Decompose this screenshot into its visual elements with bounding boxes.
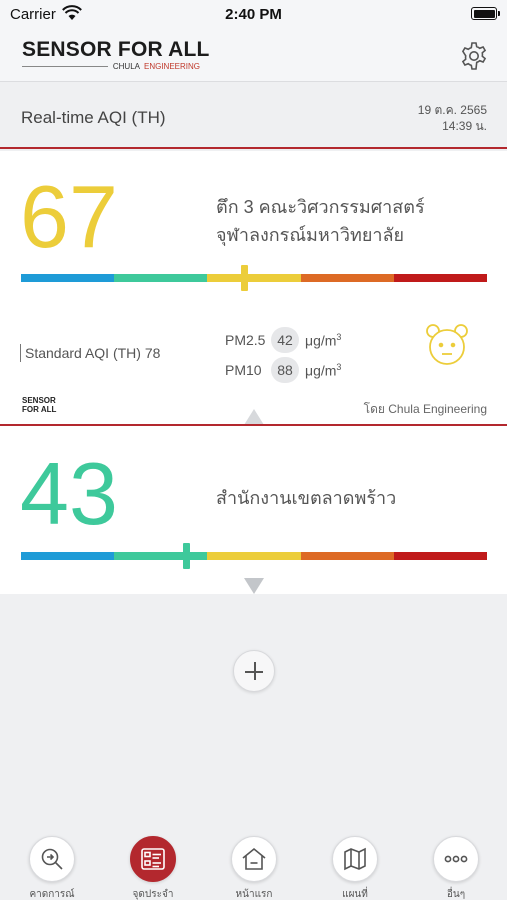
tab-home[interactable]: หน้าแรก — [214, 828, 294, 900]
tab-map-circle[interactable] — [332, 836, 378, 882]
logo-chula: CHULA — [112, 62, 140, 71]
scale-segment-blue — [21, 274, 115, 282]
pm10-label: PM10 — [225, 362, 262, 378]
bottom-tab-bar: คาดการณ์ จุดประจำ หน้าแรก แผนที่ อื่นๆ — [0, 828, 507, 900]
tab-label: อื่นๆ — [446, 889, 466, 900]
pm10-value: 88 — [271, 357, 299, 383]
scale-segment-orange — [300, 274, 394, 282]
station-card-collapsed[interactable]: 43 สำนักงานเขตลาดพร้าว — [0, 426, 507, 594]
tab-map[interactable]: แผนที่ — [315, 828, 395, 900]
scale-segment-yellow — [207, 274, 301, 282]
forecast-search-icon — [41, 848, 63, 870]
update-date: 19 ต.ค. 2565 — [417, 103, 487, 117]
provider-label: โดย Chula Engineering — [363, 402, 487, 416]
logo-engineering: ENGINEERING — [143, 62, 200, 71]
app-logo: SENSOR FOR ALL CHULA ENGINEERING — [22, 38, 210, 74]
list-icon — [141, 848, 165, 870]
tab-label: คาดการณ์ — [29, 889, 75, 900]
expand-arrow-icon[interactable] — [244, 578, 264, 594]
subheader: Real-time AQI (TH) 19 ต.ค. 2565 14:39 น. — [0, 83, 507, 149]
scale-segment-blue — [21, 552, 115, 560]
status-time: 2:40 PM — [225, 6, 282, 23]
update-time: 14:39 น. — [442, 119, 487, 133]
collapse-arrow-icon[interactable] — [244, 409, 264, 425]
aqi-value: 43 — [20, 444, 118, 543]
logo-divider — [22, 66, 108, 67]
tab-favorites-circle[interactable] — [130, 836, 176, 882]
tab-forecast[interactable]: คาดการณ์ — [12, 828, 92, 900]
status-bar: Carrier 2:40 PM — [0, 0, 507, 30]
sensor-for-all-mini-logo: SENSOR FOR ALL — [22, 396, 56, 414]
aqi-scale-marker — [182, 543, 190, 569]
pm10-unit: μg/m3 — [305, 362, 341, 379]
battery-icon — [471, 7, 500, 20]
mini-logo-line2: FOR ALL — [22, 405, 57, 414]
mini-logo-line1: SENSOR — [22, 396, 56, 405]
aqi-scale-bar — [21, 552, 488, 560]
aqi-scale-marker — [241, 265, 249, 291]
scale-segment-red — [393, 552, 488, 560]
station-name-line2: จุฬาลงกรณ์มหาวิทยาลัย — [216, 225, 405, 245]
tab-label: แผนที่ — [342, 889, 368, 900]
tab-forecast-circle[interactable] — [29, 836, 75, 882]
pm25-row: PM2.5 42 μg/m3 — [225, 327, 341, 353]
pm25-value: 42 — [271, 327, 299, 353]
scale-segment-yellow — [207, 552, 301, 560]
more-icon — [444, 855, 468, 863]
standard-aqi-label: Standard AQI (TH) 78 — [20, 344, 160, 362]
scale-segment-orange — [300, 552, 394, 560]
gear-icon[interactable] — [459, 41, 489, 71]
aqi-scale-bar — [21, 274, 488, 282]
station-name: สำนักงานเขตลาดพร้าว — [216, 488, 397, 508]
scale-segment-red — [393, 274, 488, 282]
map-icon — [344, 847, 366, 871]
unit-superscript: 3 — [336, 331, 342, 342]
bear-face-icon — [426, 324, 468, 365]
pm25-unit: μg/m3 — [305, 332, 341, 349]
tab-more[interactable]: อื่นๆ — [416, 828, 496, 900]
page-title: Real-time AQI (TH) — [21, 108, 166, 127]
pm25-label: PM2.5 — [225, 332, 266, 348]
tab-favorites[interactable]: จุดประจำ — [113, 828, 193, 900]
unit-text: μg/m — [305, 332, 337, 349]
logo-subtitle: CHULA ENGINEERING — [113, 62, 200, 71]
tab-label: จุดประจำ — [132, 889, 174, 900]
scale-segment-green — [114, 552, 208, 560]
station-name-line1: ตึก 3 คณะวิศวกรรมศาสตร์ — [216, 197, 425, 217]
update-timestamp: 19 ต.ค. 2565 14:39 น. — [418, 102, 487, 134]
tab-more-circle[interactable] — [433, 836, 479, 882]
unit-text: μg/m — [305, 362, 337, 379]
tab-home-circle[interactable] — [231, 836, 277, 882]
add-station-button[interactable] — [233, 650, 275, 692]
aqi-value: 67 — [20, 167, 118, 266]
unit-superscript: 3 — [336, 361, 342, 372]
station-card-expanded[interactable]: 67 ตึก 3 คณะวิศวกรรมศาสตร์ จุฬาลงกรณ์มหา… — [0, 151, 507, 425]
app-header: SENSOR FOR ALL CHULA ENGINEERING — [0, 30, 507, 82]
pm10-row: PM10 88 μg/m3 — [225, 357, 341, 383]
home-icon — [242, 847, 266, 870]
scale-segment-green — [114, 274, 208, 282]
logo-title: SENSOR FOR ALL — [22, 38, 210, 61]
tab-label: หน้าแรก — [235, 889, 273, 900]
